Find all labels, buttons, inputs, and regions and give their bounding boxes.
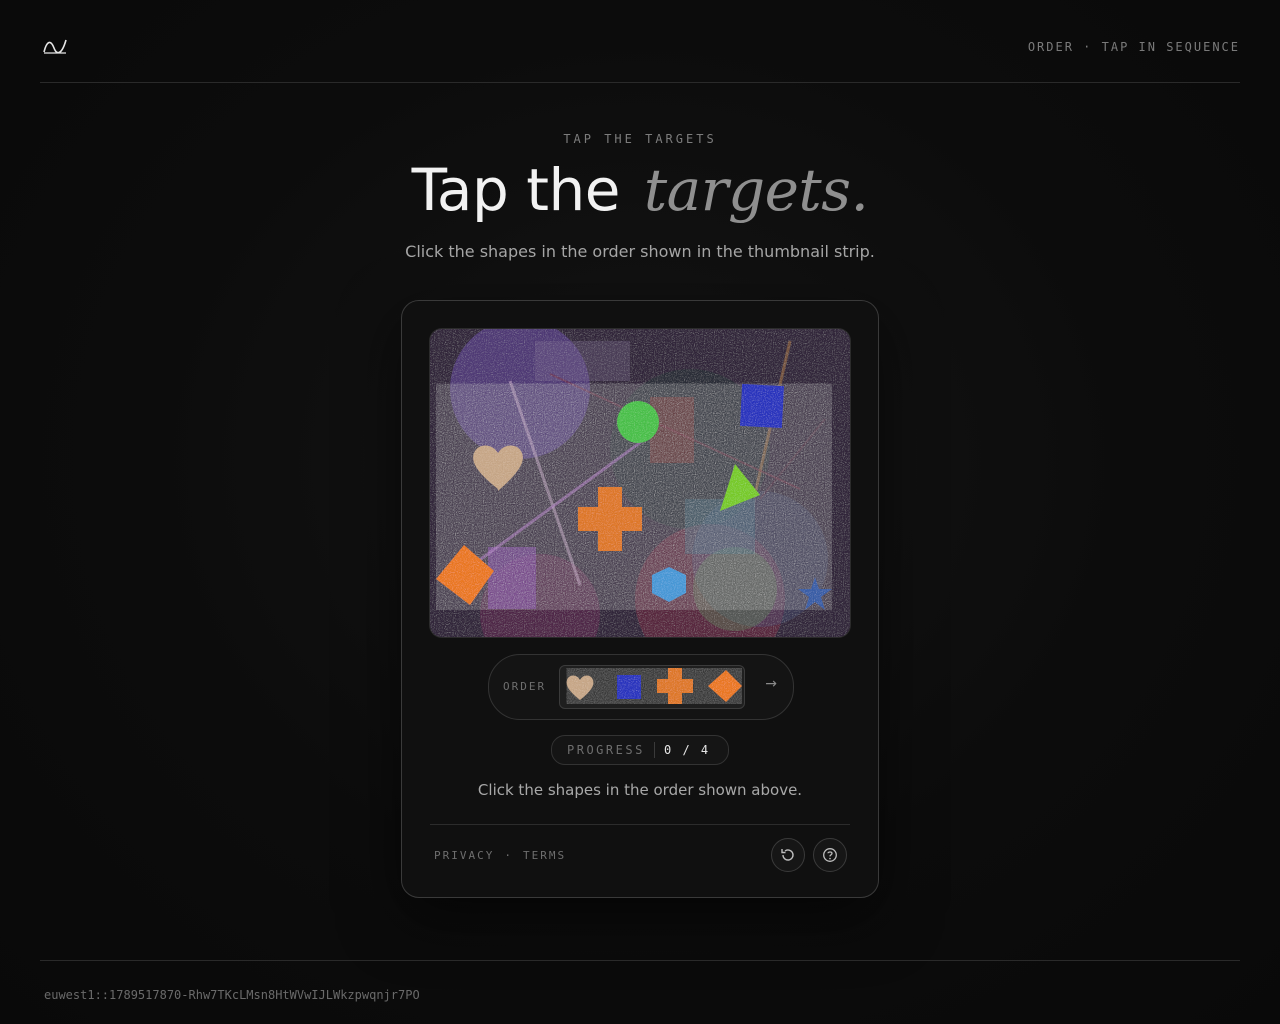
next-arrow-icon: → bbox=[765, 676, 777, 692]
thumbnail-square-icon bbox=[617, 675, 641, 699]
title-plain: Tap the bbox=[411, 156, 621, 224]
page-title: Tap the targets. bbox=[0, 158, 1280, 222]
shape-canvas[interactable] bbox=[430, 329, 850, 637]
hero: TAP THE TARGETS Tap the targets. Click t… bbox=[0, 132, 1280, 261]
help-button[interactable] bbox=[813, 838, 847, 872]
thumbnail-strip bbox=[559, 665, 745, 709]
thumbnail-diamond-icon bbox=[708, 670, 742, 702]
header-tagline: ORDER · TAP IN SEQUENCE bbox=[1027, 40, 1240, 54]
progress-value: 0 / 4 bbox=[664, 743, 711, 757]
top-bar: ORDER · TAP IN SEQUENCE bbox=[40, 0, 1240, 83]
terms-link[interactable]: TERMS bbox=[523, 849, 566, 862]
link-separator: · bbox=[504, 849, 513, 862]
title-accent: targets. bbox=[643, 156, 869, 224]
card-divider bbox=[430, 824, 850, 825]
circle-shape bbox=[617, 401, 659, 443]
order-strip: ORDER → bbox=[488, 654, 794, 720]
privacy-link[interactable]: PRIVACY bbox=[434, 849, 494, 862]
refresh-button[interactable] bbox=[771, 838, 805, 872]
progress-divider bbox=[654, 742, 655, 758]
refresh-icon bbox=[781, 849, 794, 861]
wave-logo-icon bbox=[43, 39, 67, 54]
footer-divider bbox=[40, 960, 1240, 961]
hero-subtitle: Click the shapes in the order shown in t… bbox=[405, 242, 875, 261]
thumbnail-cross-icon bbox=[657, 668, 693, 704]
challenge-card: ORDER → PROGRESS 0 / 4 Click the shapes … bbox=[401, 300, 879, 898]
instruction-text: Click the shapes in the order shown abov… bbox=[477, 781, 803, 799]
progress-label: PROGRESS bbox=[567, 743, 645, 757]
hero-eyebrow: TAP THE TARGETS bbox=[563, 132, 717, 146]
legal-links: PRIVACY · TERMS bbox=[434, 849, 576, 862]
help-icon bbox=[823, 848, 837, 862]
square-shape bbox=[739, 383, 785, 429]
order-label: ORDER bbox=[503, 680, 547, 693]
session-id: euwest1::1789517870-Rhw7TKcLMsn8HtWVwIJL… bbox=[44, 988, 420, 1002]
thumbnail-heart-icon bbox=[566, 675, 594, 700]
progress-indicator: PROGRESS 0 / 4 bbox=[551, 735, 729, 765]
